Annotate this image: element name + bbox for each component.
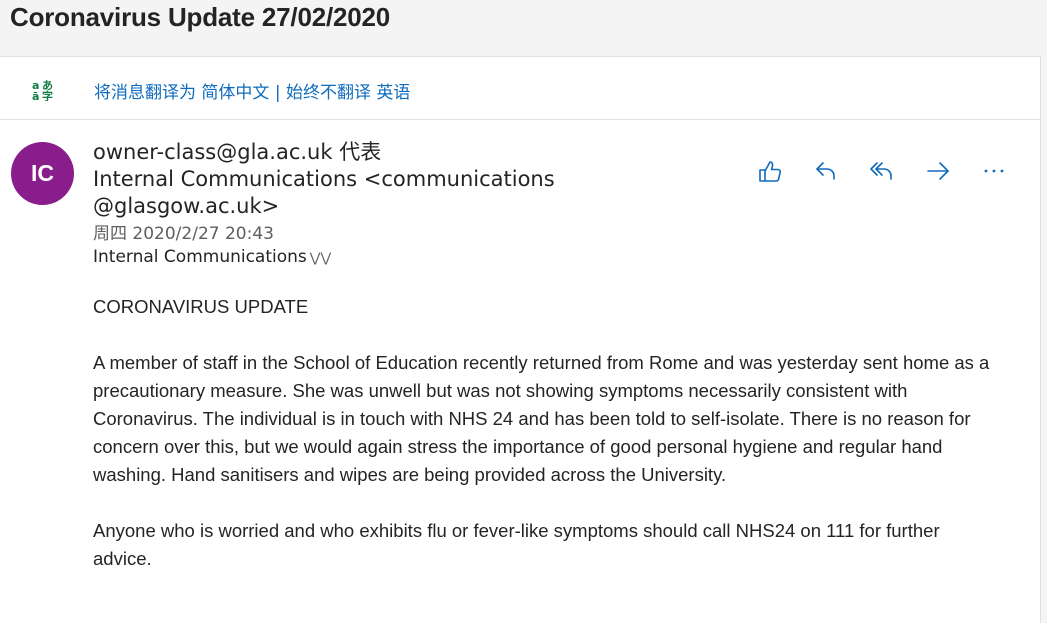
svg-text:ā: ā	[32, 90, 39, 101]
recipient[interactable]: Internal Communications ⋁⋁	[93, 245, 733, 271]
reply-all-icon	[870, 162, 892, 180]
avatar[interactable]: IC	[11, 142, 74, 205]
forward-icon	[927, 162, 949, 180]
reply-all-button[interactable]	[868, 157, 896, 185]
reply-button[interactable]	[812, 157, 840, 185]
translate-icon: a あ ā 字	[32, 79, 53, 101]
reply-icon	[816, 162, 835, 180]
separator: |	[274, 83, 281, 103]
chevron-down-icon[interactable]: ⋁⋁	[310, 251, 331, 266]
translate-message-link[interactable]: 将消息翻译为 简体中文	[94, 83, 269, 103]
svg-text:字: 字	[42, 89, 53, 101]
sent-date: 周四 2020/2/27 20:43	[93, 224, 274, 244]
message-actions	[756, 157, 1008, 185]
email-subject: Coronavirus Update 27/02/2020	[10, 2, 391, 32]
message-body: CORONAVIRUS UPDATE A member of staff in …	[93, 293, 1003, 601]
translate-options: 将消息翻译为 简体中文 | 始终不翻译 英语	[94, 78, 410, 103]
like-icon	[759, 161, 782, 182]
never-translate-link[interactable]: 始终不翻译 英语	[286, 83, 410, 103]
translation-bar: a あ ā 字 将消息翻译为 简体中文 | 始终不翻译 英语	[0, 57, 1040, 120]
body-paragraph-2: Anyone who is worried and who exhibits f…	[93, 520, 940, 569]
body-paragraph-1: A member of staff in the School of Educa…	[93, 352, 990, 485]
sender-address[interactable]: Internal Communications <communications …	[93, 166, 563, 220]
body-heading: CORONAVIRUS UPDATE	[93, 296, 309, 317]
recipient-label: Internal Communications	[93, 247, 307, 267]
like-button[interactable]	[756, 157, 784, 185]
on-behalf-of[interactable]: owner-class@gla.ac.uk 代表	[93, 139, 733, 166]
reading-pane: a あ ā 字 将消息翻译为 简体中文 | 始终不翻译 英语 IC owner-…	[0, 56, 1041, 623]
more-button[interactable]	[980, 157, 1008, 185]
forward-button[interactable]	[924, 157, 952, 185]
sender-info: owner-class@gla.ac.uk 代表 Internal Commun…	[93, 139, 733, 271]
more-icon	[984, 169, 1004, 173]
